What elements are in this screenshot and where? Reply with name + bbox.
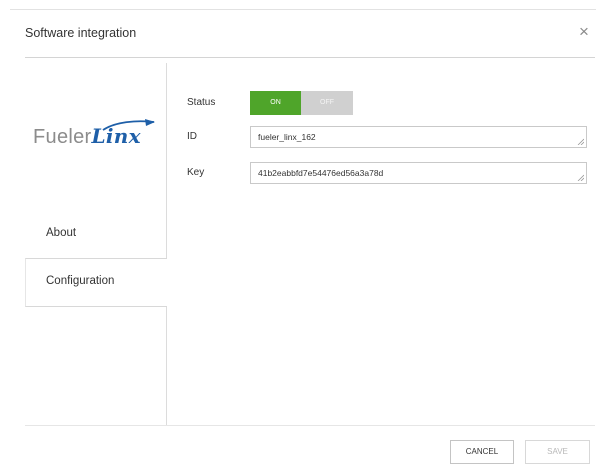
save-button[interactable]: SAVE	[525, 440, 590, 464]
status-toggle[interactable]: ON OFF	[250, 91, 353, 115]
footer-divider	[25, 425, 595, 426]
header-divider	[25, 57, 595, 58]
software-integration-dialog: Software integration × FuelerLinx About …	[0, 0, 603, 475]
sidebar-divider	[166, 63, 167, 425]
key-field[interactable]: 41b2eabbfd7e54476ed56a3a78d	[250, 162, 587, 184]
id-label: ID	[187, 131, 197, 142]
key-field-value: 41b2eabbfd7e54476ed56a3a78d	[258, 168, 384, 178]
sidebar-item-about[interactable]: About	[25, 208, 166, 258]
airplane-swoosh-icon	[102, 119, 155, 131]
id-field-value: fueler_linx_162	[258, 132, 316, 142]
status-label: Status	[187, 97, 216, 108]
sidebar-item-label: Configuration	[46, 275, 115, 287]
toggle-off-option[interactable]: OFF	[301, 91, 353, 115]
sidebar-item-label: About	[46, 227, 77, 239]
resize-grip-icon[interactable]	[577, 138, 584, 145]
sidebar-item-configuration[interactable]: Configuration	[25, 258, 167, 307]
fuelerlinx-logo: FuelerLinx	[33, 118, 158, 158]
top-divider	[10, 9, 596, 10]
toggle-on-option[interactable]: ON	[250, 91, 301, 115]
resize-grip-icon[interactable]	[577, 174, 584, 181]
dialog-title: Software integration	[25, 26, 137, 40]
cancel-button[interactable]: CANCEL	[450, 440, 514, 464]
key-label: Key	[187, 167, 205, 178]
close-icon[interactable]: ×	[575, 22, 593, 42]
id-field[interactable]: fueler_linx_162	[250, 126, 587, 148]
